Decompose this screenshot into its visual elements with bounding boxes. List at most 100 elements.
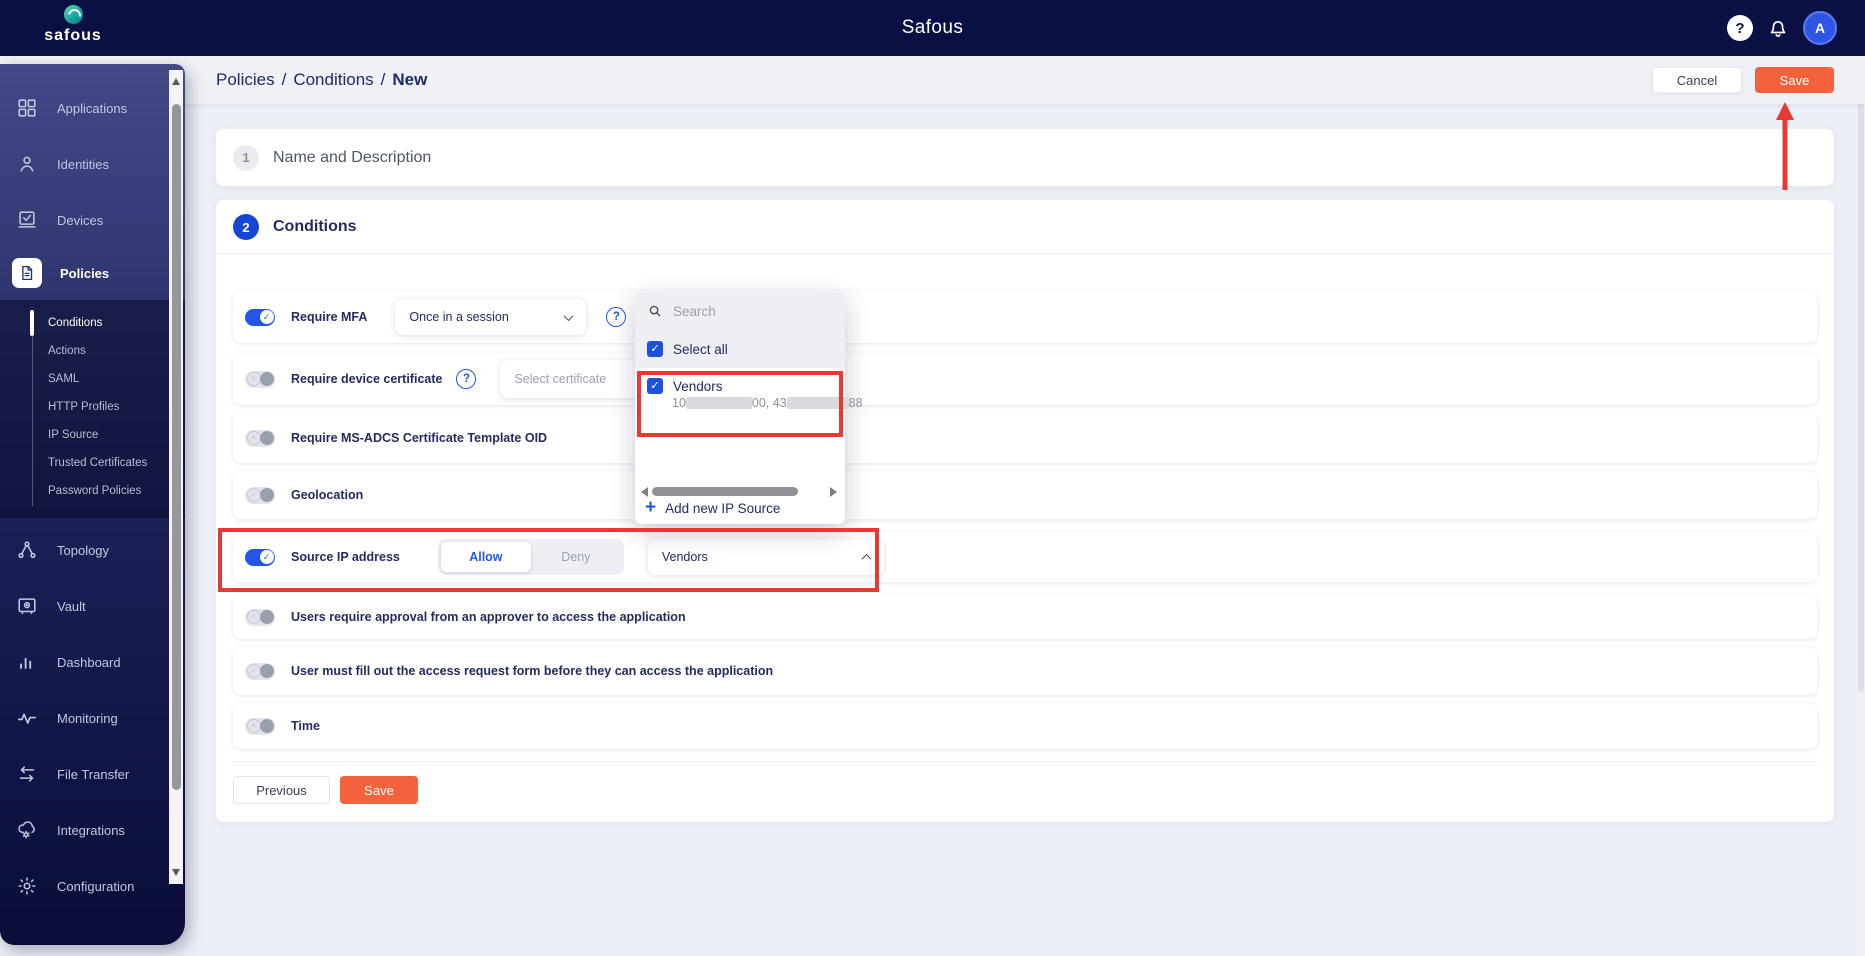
breadcrumb-conditions[interactable]: Conditions bbox=[293, 70, 373, 90]
device-certificate-help-icon[interactable]: ? bbox=[456, 369, 477, 389]
condition-label: Source IP address bbox=[291, 550, 400, 564]
scroll-right-arrow-icon[interactable] bbox=[830, 487, 837, 497]
sidebar-item-dashboard[interactable]: Dashboard bbox=[0, 643, 168, 681]
sidebar-item-policies[interactable]: Policies bbox=[0, 254, 168, 292]
sidebar-item-label: File Transfer bbox=[57, 766, 130, 782]
condition-row-request-form: × User must fill out the access request … bbox=[233, 647, 1817, 695]
sidebar-item-configuration[interactable]: Configuration bbox=[0, 867, 168, 905]
select-all-option[interactable]: ✓ Select all bbox=[647, 330, 728, 368]
request-form-toggle[interactable]: × bbox=[245, 662, 275, 680]
deny-option[interactable]: Deny bbox=[531, 542, 621, 572]
sidebar-scrollbar[interactable] bbox=[169, 70, 183, 884]
sidebar-scrollbar-thumb[interactable] bbox=[171, 104, 181, 790]
conditions-header: 2 Conditions bbox=[233, 214, 357, 240]
require-mfa-toggle[interactable]: ✓ bbox=[245, 308, 275, 326]
question-glyph: ? bbox=[612, 311, 620, 323]
search-input[interactable] bbox=[673, 303, 803, 319]
gear-icon bbox=[15, 874, 39, 898]
sidebar-item-devices[interactable]: Devices bbox=[0, 201, 168, 239]
help-icon[interactable]: ? bbox=[1727, 15, 1753, 41]
ip-fragment: 00, 43 bbox=[751, 396, 787, 410]
ip-fragment: 88 bbox=[848, 396, 863, 410]
sidebar-item-file-transfer[interactable]: File Transfer bbox=[0, 755, 168, 793]
scroll-down-arrow-icon[interactable] bbox=[171, 869, 180, 876]
toggle-knob bbox=[259, 431, 274, 445]
geolocation-toggle[interactable]: × bbox=[245, 486, 275, 504]
condition-row-ms-adcs: × Require MS-ADCS Certificate Template O… bbox=[233, 413, 1817, 463]
app-window: safous Safous ? A Policies / Conditions … bbox=[0, 0, 1865, 956]
sidebar-item-identities[interactable]: Identities bbox=[0, 145, 168, 183]
breadcrumb-policies[interactable]: Policies bbox=[216, 70, 275, 90]
source-ip-toggle[interactable]: ✓ bbox=[245, 548, 275, 566]
page-scrollbar[interactable] bbox=[1856, 56, 1865, 956]
vendors-option[interactable]: ✓ Vendors bbox=[647, 374, 723, 398]
condition-row-time: × Time bbox=[233, 703, 1817, 749]
top-navbar: safous Safous ? A bbox=[0, 0, 1865, 56]
condition-row-source-ip: ✓ Source IP address Allow Deny Vendors bbox=[233, 532, 1817, 582]
allow-option[interactable]: Allow bbox=[440, 542, 531, 572]
add-new-ip-source-link[interactable]: + Add new IP Source bbox=[645, 498, 780, 518]
dropdown-value: Once in a session bbox=[409, 310, 509, 324]
document-icon bbox=[12, 258, 42, 288]
breadcrumb-separator: / bbox=[281, 70, 287, 89]
toggle-knob bbox=[259, 488, 274, 502]
toggle-knob bbox=[259, 372, 274, 386]
person-icon bbox=[15, 152, 39, 176]
scroll-up-arrow-icon[interactable] bbox=[171, 78, 180, 85]
chevron-down-icon bbox=[563, 310, 574, 321]
add-new-label: Add new IP Source bbox=[665, 500, 781, 516]
avatar-initial: A bbox=[1814, 20, 1826, 36]
option-label: Select all bbox=[673, 341, 728, 357]
submenu-item-password-policies[interactable]: Password Policies bbox=[48, 480, 141, 502]
user-avatar[interactable]: A bbox=[1803, 11, 1837, 45]
checkbox-checked-icon[interactable]: ✓ bbox=[647, 341, 663, 357]
sidebar-item-vault[interactable]: Vault bbox=[0, 587, 168, 625]
sidebar-item-applications[interactable]: Applications bbox=[0, 89, 168, 127]
cancel-button[interactable]: Cancel bbox=[1652, 67, 1742, 93]
submenu-item-http-profiles[interactable]: HTTP Profiles bbox=[48, 396, 119, 418]
save-conditions-button[interactable]: Save bbox=[340, 776, 418, 804]
ip-source-dropdown-popup: ✓ Select all ✓ Vendors 10 00, 43 88 + Add … bbox=[635, 292, 863, 524]
section-name-description[interactable]: 1 Name and Description bbox=[216, 129, 1834, 186]
popup-horizontal-scrollbar[interactable] bbox=[635, 486, 845, 498]
dropdown-value: Vendors bbox=[661, 550, 708, 564]
submenu-item-trusted-certificates[interactable]: Trusted Certificates bbox=[48, 452, 147, 474]
condition-label: Require device certificate bbox=[291, 372, 443, 386]
device-certificate-toggle[interactable]: × bbox=[245, 370, 275, 388]
device-check-icon bbox=[15, 208, 39, 232]
save-button[interactable]: Save bbox=[1755, 67, 1834, 93]
scroll-left-arrow-icon[interactable] bbox=[641, 487, 648, 497]
sidebar-item-topology[interactable]: Topology bbox=[0, 531, 168, 569]
checkbox-checked-icon[interactable]: ✓ bbox=[647, 378, 663, 394]
mfa-help-icon[interactable]: ? bbox=[606, 307, 627, 327]
sidebar-item-integrations[interactable]: Integrations bbox=[0, 811, 168, 849]
approval-toggle[interactable]: × bbox=[245, 608, 275, 626]
allow-deny-segmented-control: Allow Deny bbox=[437, 539, 624, 575]
horizontal-scrollbar-thumb[interactable] bbox=[652, 487, 798, 496]
search-icon bbox=[649, 305, 661, 316]
condition-row-require-mfa: ✓ Require MFA Once in a session ? bbox=[233, 291, 1817, 343]
ip-source-dropdown[interactable]: Vendors bbox=[647, 539, 884, 575]
redacted-text bbox=[685, 397, 752, 409]
submenu-item-conditions[interactable]: Conditions bbox=[48, 312, 102, 334]
condition-label: Require MFA bbox=[291, 310, 368, 324]
notifications-bell-icon[interactable] bbox=[1766, 16, 1790, 40]
option-label: Vendors bbox=[673, 378, 723, 394]
submenu-item-ip-source[interactable]: IP Source bbox=[48, 424, 98, 446]
dropdown-placeholder: Select certificate bbox=[514, 372, 607, 386]
previous-button[interactable]: Previous bbox=[233, 776, 330, 804]
toggle-cross-icon: × bbox=[246, 719, 261, 733]
ip-fragment: 10 bbox=[672, 396, 686, 410]
ms-adcs-toggle[interactable]: × bbox=[245, 429, 275, 447]
time-toggle[interactable]: × bbox=[245, 717, 275, 735]
submenu-item-actions[interactable]: Actions bbox=[48, 340, 86, 362]
submenu-item-saml[interactable]: SAML bbox=[48, 368, 79, 390]
sidebar-item-label: Configuration bbox=[57, 878, 135, 894]
toggle-knob bbox=[259, 719, 274, 733]
mfa-frequency-dropdown[interactable]: Once in a session bbox=[395, 299, 587, 335]
sidebar-item-monitoring[interactable]: Monitoring bbox=[0, 699, 168, 737]
popup-search[interactable] bbox=[647, 292, 837, 330]
question-glyph: ? bbox=[1735, 19, 1745, 37]
page-scrollbar-thumb[interactable] bbox=[1857, 62, 1864, 692]
toggle-cross-icon: × bbox=[246, 664, 261, 678]
